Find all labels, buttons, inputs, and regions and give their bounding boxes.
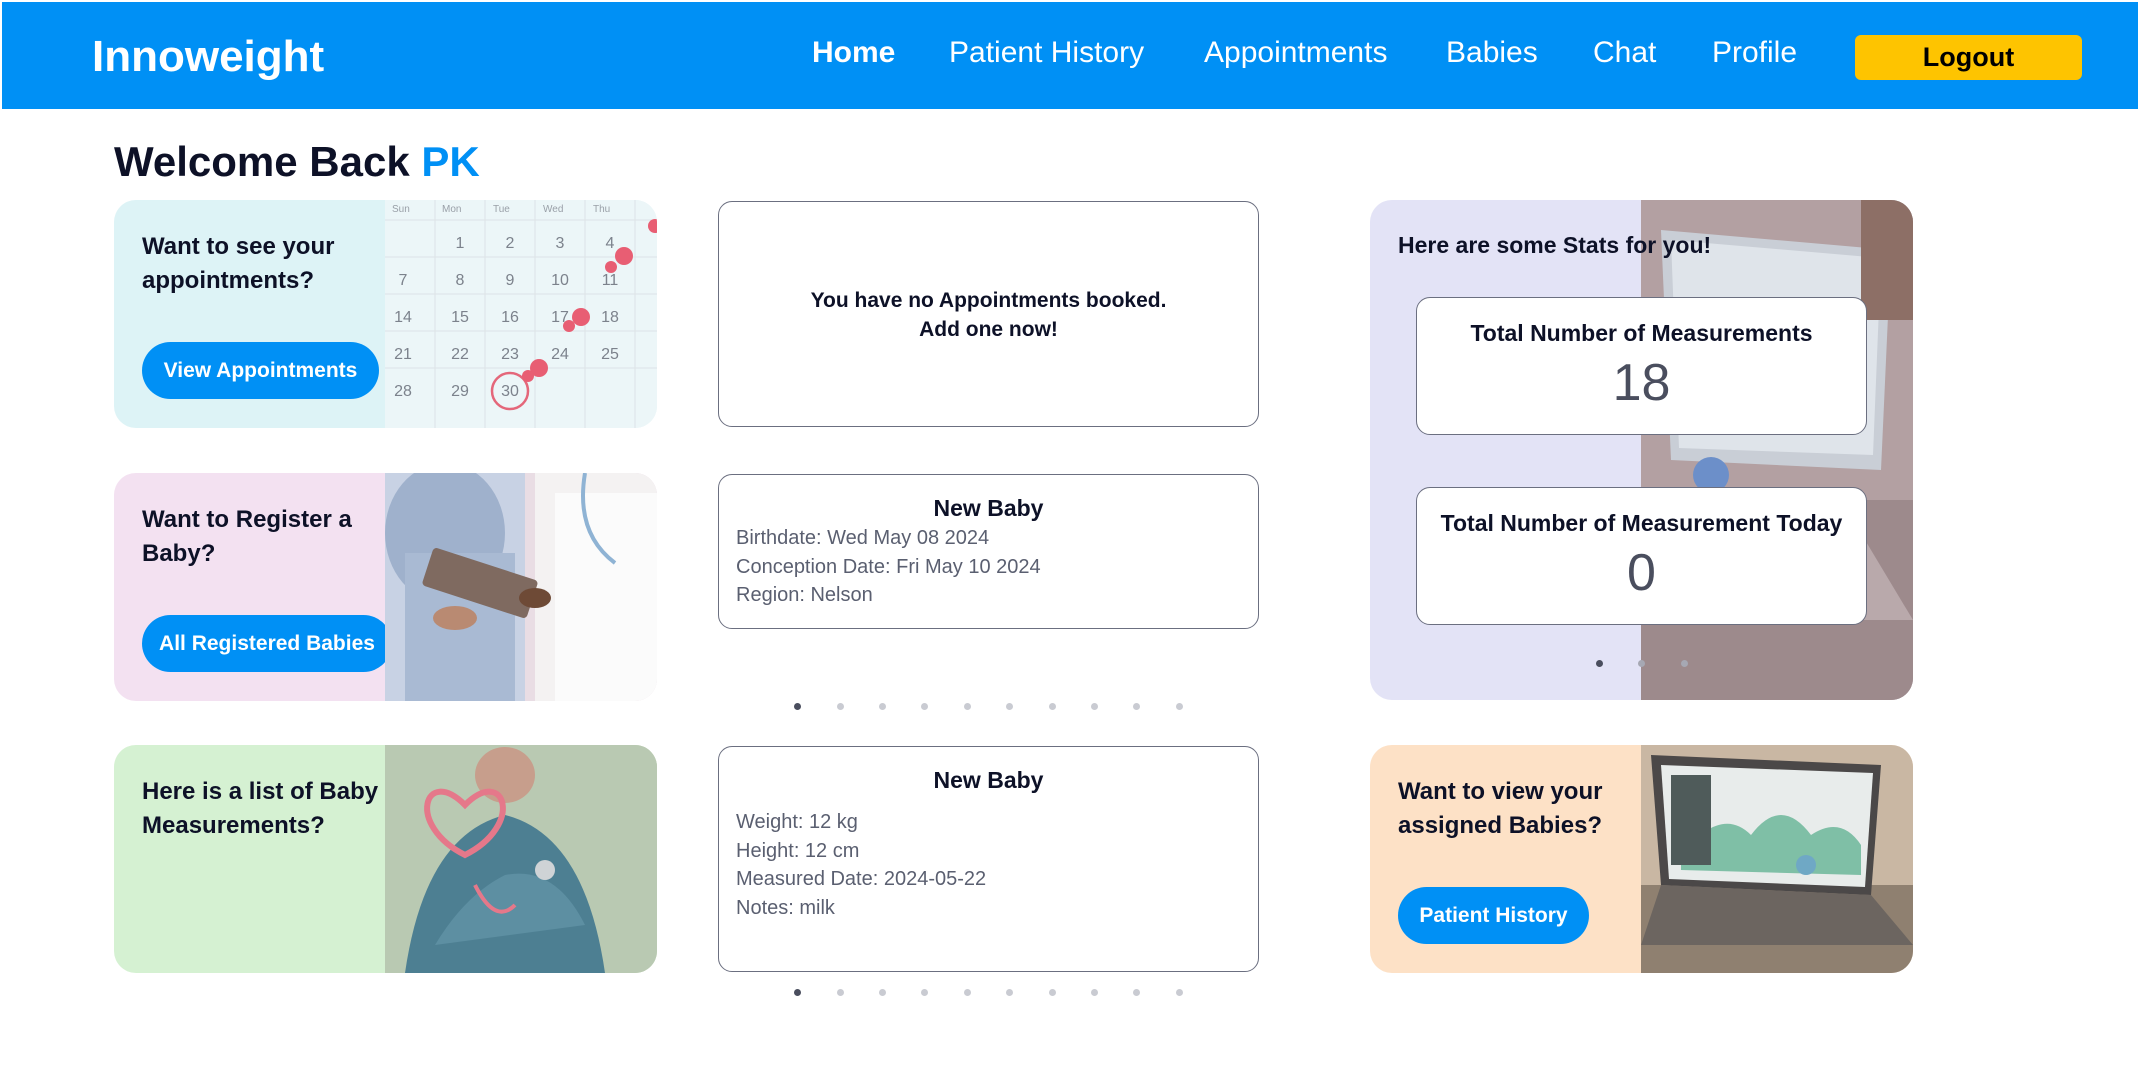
svg-text:11: 11 bbox=[602, 272, 619, 289]
appointments-status-card: You have no Appointments booked. Add one… bbox=[718, 201, 1259, 427]
cal-header-tue: Tue bbox=[493, 204, 510, 215]
page-title: Welcome Back PK bbox=[114, 138, 480, 186]
carousel-dot[interactable] bbox=[1091, 703, 1098, 710]
today-measurements-card: Total Number of Measurement Today 0 bbox=[1416, 487, 1867, 625]
svg-text:10: 10 bbox=[551, 272, 569, 289]
user-name: PK bbox=[421, 138, 480, 185]
stats-panel: Here are some Stats for you! Total Numbe… bbox=[1370, 200, 1913, 700]
measurement-notes: Notes: milk bbox=[736, 896, 835, 919]
measurement-card: New Baby Weight: 12 kg Height: 12 cm Mea… bbox=[718, 746, 1259, 972]
stats-heading: Here are some Stats for you! bbox=[1398, 232, 1712, 258]
assigned-babies-prompt: Want to view your assigned Babies? bbox=[1398, 778, 1603, 839]
svg-text:2: 2 bbox=[506, 235, 515, 252]
carousel-dot[interactable] bbox=[1049, 989, 1056, 996]
svg-text:1: 1 bbox=[456, 235, 465, 252]
svg-text:3: 3 bbox=[556, 235, 565, 252]
nav-patient-history[interactable]: Patient History bbox=[949, 36, 1144, 70]
carousel-dot[interactable] bbox=[1681, 660, 1688, 667]
carousel-dot[interactable] bbox=[794, 989, 801, 996]
carousel-dot[interactable] bbox=[921, 989, 928, 996]
cal-header-wed: Wed bbox=[543, 204, 563, 215]
add-appointment-prompt[interactable]: Add one now! bbox=[719, 316, 1258, 345]
measurements-prompt: Here is a list of Baby Measurements? bbox=[142, 778, 379, 839]
brand-logo[interactable]: Innoweight bbox=[92, 32, 324, 82]
nav-chat[interactable]: Chat bbox=[1593, 36, 1656, 70]
carousel-dot[interactable] bbox=[1596, 660, 1603, 667]
svg-text:29: 29 bbox=[451, 383, 469, 400]
carousel-dot[interactable] bbox=[879, 703, 886, 710]
stats-background-image bbox=[1641, 200, 1913, 700]
calendar-image: Sun Mon Tue Wed Thu 1 2 3 4 7 8 9 10 11 … bbox=[385, 200, 657, 428]
svg-text:25: 25 bbox=[601, 346, 619, 363]
welcome-text: Welcome Back bbox=[114, 138, 410, 185]
carousel-dot[interactable] bbox=[921, 703, 928, 710]
carousel-dot[interactable] bbox=[1133, 989, 1140, 996]
assigned-babies-feature-card: Want to view your assigned Babies? Patie… bbox=[1370, 745, 1913, 973]
nav-babies[interactable]: Babies bbox=[1446, 36, 1538, 70]
carousel-dot[interactable] bbox=[837, 703, 844, 710]
cal-header-sun: Sun bbox=[392, 204, 410, 215]
total-measurements-label: Total Number of Measurements bbox=[1470, 320, 1813, 346]
svg-text:16: 16 bbox=[501, 309, 519, 326]
carousel-dot[interactable] bbox=[837, 989, 844, 996]
svg-text:18: 18 bbox=[601, 309, 619, 326]
today-measurements-label: Total Number of Measurement Today bbox=[1440, 510, 1843, 536]
baby-card-title: New Baby bbox=[933, 495, 1044, 521]
measurement-date: Measured Date: 2024-05-22 bbox=[736, 868, 987, 890]
total-measurements-value: 18 bbox=[1612, 354, 1671, 412]
cal-header-thu: Thu bbox=[593, 204, 610, 215]
register-baby-prompt: Want to Register a Baby? bbox=[142, 506, 352, 567]
measurement-weight: Weight: 12 kg bbox=[736, 811, 858, 833]
carousel-dot[interactable] bbox=[1049, 703, 1056, 710]
navbar: Innoweight Home Patient History Appointm… bbox=[2, 2, 2138, 109]
carousel-dot[interactable] bbox=[964, 703, 971, 710]
carousel-dot[interactable] bbox=[794, 703, 801, 710]
svg-text:30: 30 bbox=[501, 383, 519, 400]
view-appointments-button[interactable]: View Appointments bbox=[142, 342, 379, 399]
measurement-card-title: New Baby bbox=[933, 767, 1044, 793]
appointments-feature-card: Want to see your appointments? View Appo… bbox=[114, 200, 657, 428]
stethoscope-heart-image bbox=[385, 745, 657, 973]
carousel-dot[interactable] bbox=[1176, 703, 1183, 710]
all-registered-babies-button[interactable]: All Registered Babies bbox=[142, 615, 392, 672]
baby-birthdate: Birthdate: Wed May 08 2024 bbox=[736, 527, 990, 549]
carousel-dot[interactable] bbox=[1006, 989, 1013, 996]
svg-text:22: 22 bbox=[451, 346, 469, 363]
nav-appointments[interactable]: Appointments bbox=[1204, 36, 1387, 70]
laptop-image bbox=[1641, 745, 1913, 973]
baby-conception-date: Conception Date: Fri May 10 2024 bbox=[736, 555, 1041, 578]
svg-text:8: 8 bbox=[456, 272, 465, 289]
carousel-dot[interactable] bbox=[1638, 660, 1645, 667]
carousel-dot[interactable] bbox=[964, 989, 971, 996]
today-measurements-value: 0 bbox=[1627, 544, 1656, 602]
nav-profile[interactable]: Profile bbox=[1712, 36, 1797, 70]
total-measurements-card: Total Number of Measurements 18 bbox=[1416, 297, 1867, 435]
appointments-prompt: Want to see your appointments? bbox=[142, 233, 335, 294]
svg-text:23: 23 bbox=[501, 346, 519, 363]
measurement-height: Height: 12 cm bbox=[736, 839, 860, 862]
svg-text:24: 24 bbox=[551, 346, 569, 363]
measurements-feature-card: Here is a list of Baby Measurements? bbox=[114, 745, 657, 973]
svg-text:14: 14 bbox=[394, 309, 412, 326]
carousel-dot[interactable] bbox=[1133, 703, 1140, 710]
carousel-dot[interactable] bbox=[1176, 989, 1183, 996]
baby-info-card: New Baby Birthdate: Wed May 08 2024 Conc… bbox=[718, 474, 1259, 629]
no-appointments-text: You have no Appointments booked. bbox=[810, 289, 1167, 312]
doctor-image bbox=[385, 473, 657, 701]
cal-header-mon: Mon bbox=[442, 204, 461, 215]
svg-text:15: 15 bbox=[451, 309, 469, 326]
svg-text:28: 28 bbox=[394, 383, 412, 400]
svg-text:9: 9 bbox=[506, 272, 515, 289]
patient-history-button[interactable]: Patient History bbox=[1398, 887, 1589, 944]
nav-home[interactable]: Home bbox=[812, 36, 895, 70]
logout-button[interactable]: Logout bbox=[1855, 35, 2082, 80]
baby-region: Region: Nelson bbox=[736, 584, 873, 606]
register-baby-feature-card: Want to Register a Baby? All Registered … bbox=[114, 473, 657, 701]
svg-text:21: 21 bbox=[394, 346, 412, 363]
svg-text:7: 7 bbox=[399, 272, 408, 289]
carousel-dot[interactable] bbox=[1091, 989, 1098, 996]
carousel-dot[interactable] bbox=[1006, 703, 1013, 710]
svg-text:4: 4 bbox=[606, 235, 615, 252]
carousel-dot[interactable] bbox=[879, 989, 886, 996]
